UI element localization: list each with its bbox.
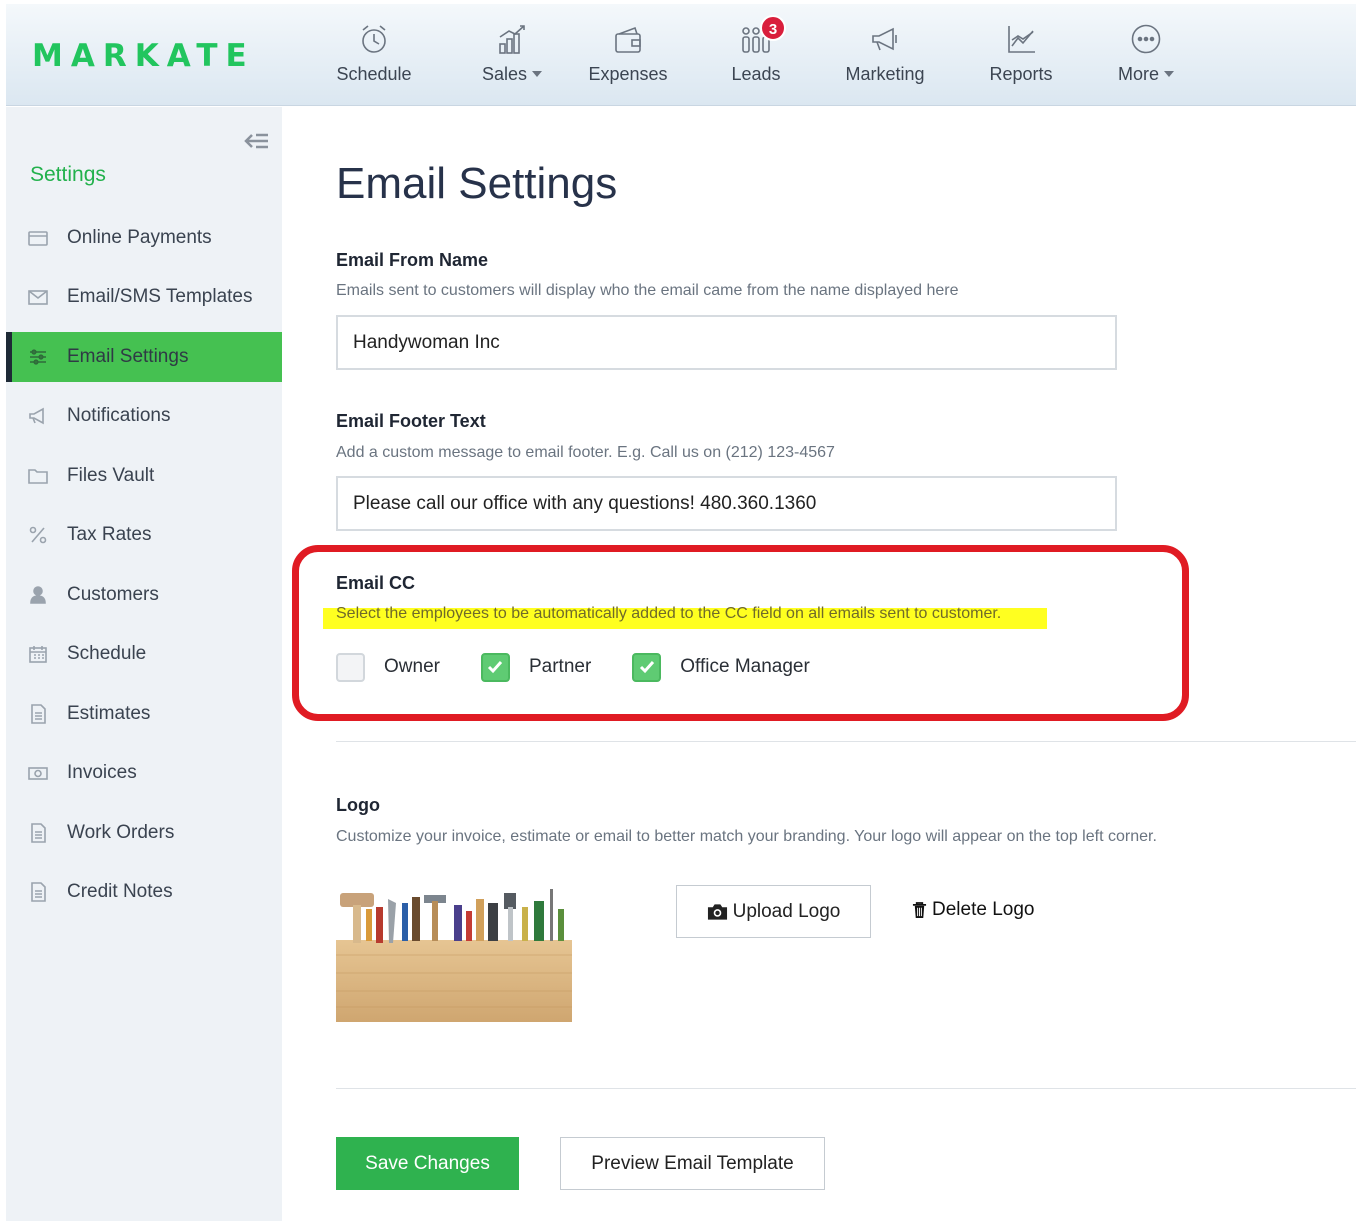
nav-label: Expenses xyxy=(588,64,668,84)
folder-icon xyxy=(28,466,48,486)
chevron-down-icon xyxy=(1164,71,1174,77)
nav-sales[interactable]: Sales xyxy=(452,22,572,85)
wallet-icon xyxy=(568,22,688,60)
trash-icon xyxy=(912,901,927,918)
sidebar-item-label: Customers xyxy=(67,584,159,605)
nav-label: Sales xyxy=(481,64,528,84)
section-divider xyxy=(336,1088,1356,1089)
sidebar-item-files-vault[interactable]: Files Vault xyxy=(6,451,282,501)
email-footer-text-label: Email Footer Text xyxy=(336,411,486,431)
sidebar-item-label: Email/SMS Templates xyxy=(67,286,253,307)
email-from-name-label: Email From Name xyxy=(336,250,489,270)
sidebar-item-label: Tax Rates xyxy=(67,524,152,545)
bar-chart-icon xyxy=(452,22,572,60)
megaphone-icon xyxy=(825,22,945,60)
sidebar-item-label: Email Settings xyxy=(67,346,189,367)
sidebar-item-estimates[interactable]: Estimates xyxy=(6,689,282,739)
sidebar-item-label: Credit Notes xyxy=(67,881,173,902)
upload-logo-button[interactable]: Upload Logo xyxy=(676,885,871,938)
leads-badge: 3 xyxy=(760,15,786,41)
people-icon: 3 xyxy=(696,15,816,60)
sliders-icon xyxy=(28,347,48,367)
nav-schedule[interactable]: Schedule xyxy=(314,22,434,85)
delete-logo-button[interactable]: Delete Logo xyxy=(912,897,1034,923)
sidebar-item-invoices[interactable]: Invoices xyxy=(6,748,282,798)
sidebar-item-credit-notes[interactable]: Credit Notes xyxy=(6,867,282,917)
sidebar-item-label: Schedule xyxy=(67,643,147,664)
nav-label: More xyxy=(1117,64,1159,84)
sidebar-item-notifications[interactable]: Notifications xyxy=(6,391,282,441)
annotation-highlight-box xyxy=(292,545,1189,721)
sidebar-item-label: Estimates xyxy=(67,703,151,724)
user-icon xyxy=(28,585,48,605)
top-navbar: MARKATE Schedule Sales Expenses 3 Leads … xyxy=(6,4,1356,106)
email-footer-text-help: Add a custom message to email footer. E.… xyxy=(336,444,835,461)
sidebar-item-email-settings[interactable]: Email Settings xyxy=(6,332,282,382)
camera-icon xyxy=(707,903,727,920)
email-from-name-help: Emails sent to customers will display wh… xyxy=(336,282,959,299)
nav-leads[interactable]: 3 Leads xyxy=(696,15,816,85)
sidebar-item-customers[interactable]: Customers xyxy=(6,570,282,620)
calendar-icon xyxy=(28,644,48,664)
collapse-sidebar-icon[interactable] xyxy=(244,129,272,153)
nav-label: Marketing xyxy=(845,64,925,84)
email-from-name-input[interactable] xyxy=(336,315,1117,370)
percent-icon xyxy=(28,525,48,545)
sidebar-item-label: Files Vault xyxy=(67,465,155,486)
sidebar-item-schedule[interactable]: Schedule xyxy=(6,629,282,679)
logo-help: Customize your invoice, estimate or emai… xyxy=(336,828,1157,845)
brand-logo[interactable]: MARKATE xyxy=(32,38,255,74)
nav-expenses[interactable]: Expenses xyxy=(568,22,688,85)
sidebar-item-label: Work Orders xyxy=(67,822,175,843)
more-dots-icon xyxy=(1086,22,1206,60)
sidebar-item-label: Invoices xyxy=(67,762,137,783)
document-icon xyxy=(28,823,48,843)
document-icon xyxy=(28,704,48,724)
sidebar-item-work-orders[interactable]: Work Orders xyxy=(6,808,282,858)
document-icon xyxy=(28,882,48,902)
money-icon xyxy=(28,763,48,783)
delete-logo-label: Delete Logo xyxy=(932,899,1035,920)
sidebar-item-online-payments[interactable]: Online Payments xyxy=(6,213,282,263)
megaphone-icon xyxy=(28,406,48,426)
line-chart-icon xyxy=(961,22,1081,60)
sidebar-item-tax-rates[interactable]: Tax Rates xyxy=(6,510,282,560)
page-title: Email Settings xyxy=(336,159,618,208)
settings-sidebar: Settings Online Payments Email/SMS Templ… xyxy=(6,107,282,1221)
company-logo-image xyxy=(336,889,572,1022)
upload-logo-label: Upload Logo xyxy=(732,900,841,922)
nav-reports[interactable]: Reports xyxy=(961,22,1081,85)
email-footer-text-input[interactable] xyxy=(336,476,1117,531)
nav-marketing[interactable]: Marketing xyxy=(825,22,945,85)
sidebar-item-label: Online Payments xyxy=(67,227,212,248)
preview-email-template-button[interactable]: Preview Email Template xyxy=(560,1137,825,1190)
envelope-icon xyxy=(28,287,48,307)
section-divider xyxy=(336,741,1356,742)
save-changes-button[interactable]: Save Changes xyxy=(336,1137,519,1190)
logo-label: Logo xyxy=(336,795,380,815)
sidebar-item-email-sms-templates[interactable]: Email/SMS Templates xyxy=(6,272,282,322)
nav-label: Reports xyxy=(989,64,1053,84)
sidebar-item-label: Notifications xyxy=(67,405,171,426)
nav-label: Schedule xyxy=(336,64,412,84)
nav-label: Leads xyxy=(731,64,781,84)
nav-more[interactable]: More xyxy=(1086,22,1206,85)
chevron-down-icon xyxy=(532,71,543,77)
alarm-clock-icon xyxy=(314,22,434,60)
credit-card-icon xyxy=(28,228,48,248)
sidebar-title: Settings xyxy=(30,163,106,186)
